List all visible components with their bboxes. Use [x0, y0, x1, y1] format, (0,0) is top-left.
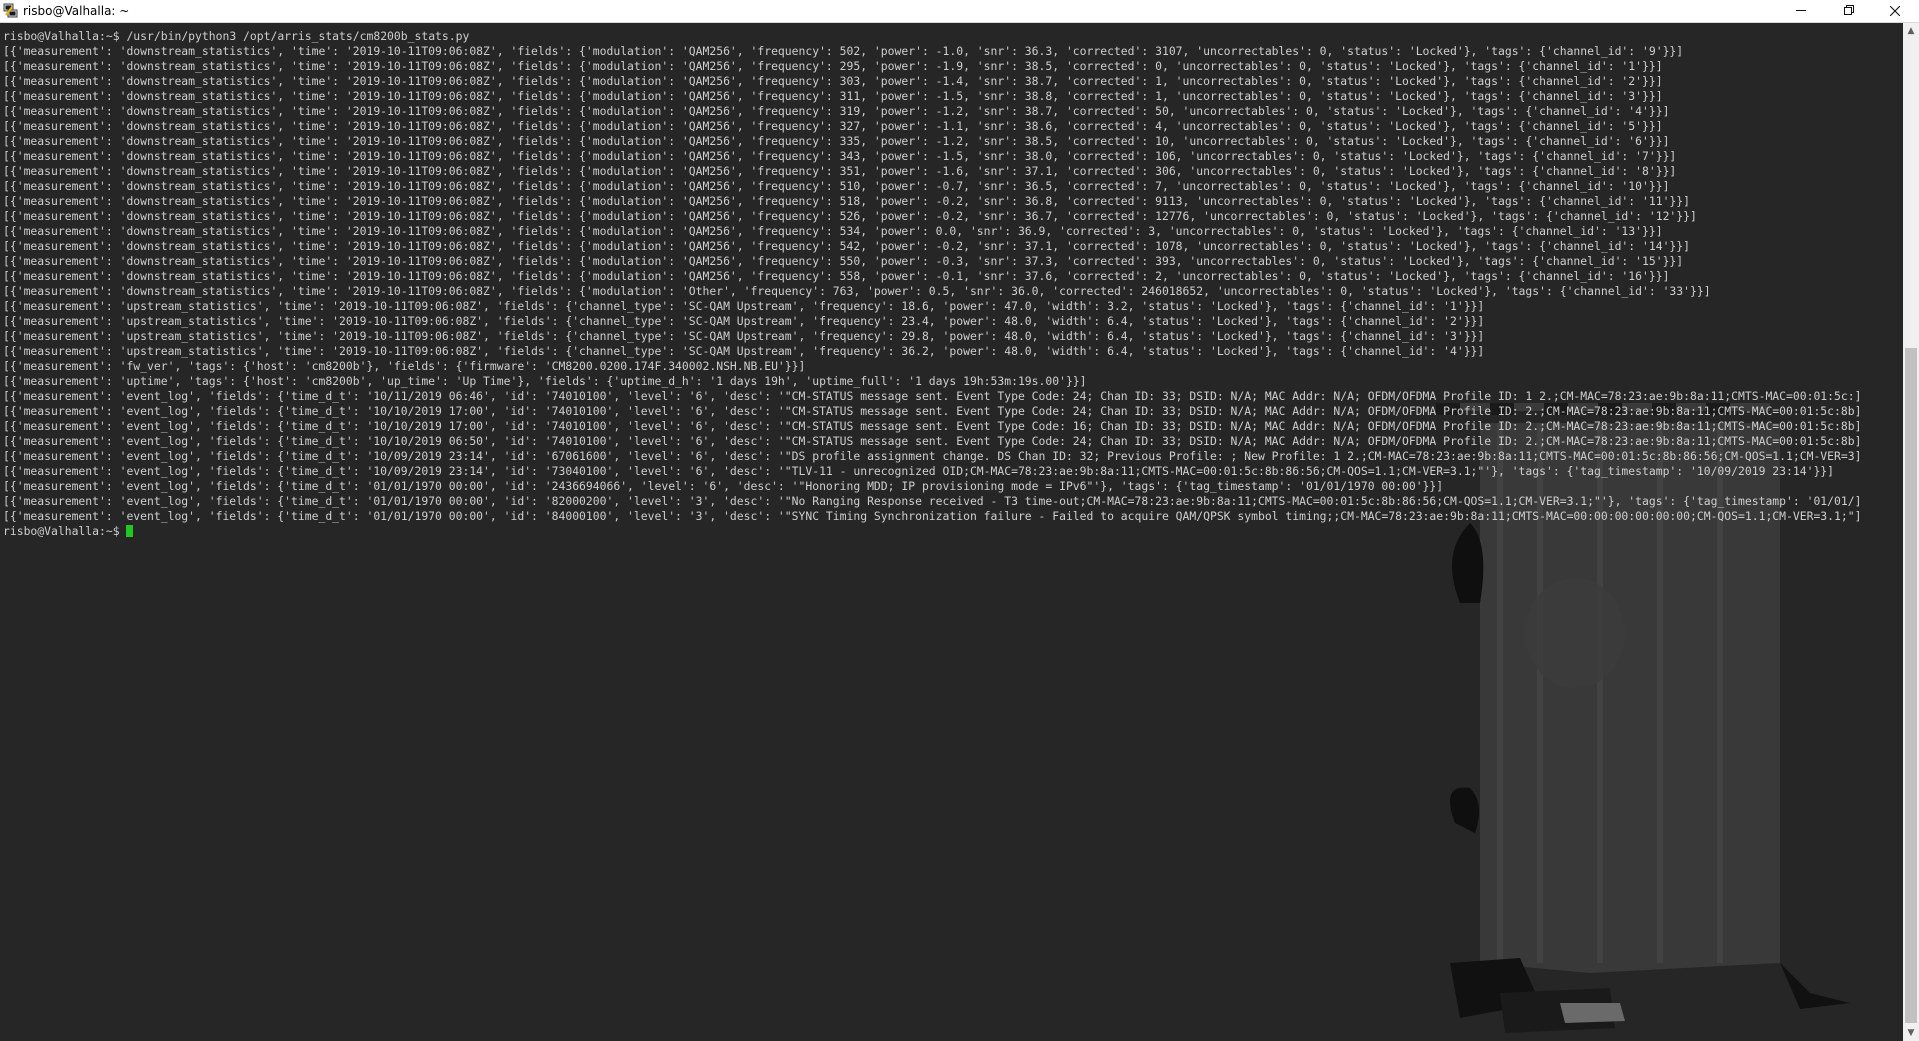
putty-app-icon[interactable]	[3, 3, 18, 18]
output-line: [{'measurement': 'downstream_statistics'…	[3, 254, 1684, 268]
close-button[interactable]	[1873, 0, 1917, 22]
scroll-down-button[interactable]: ▼	[1903, 1025, 1919, 1041]
window-titlebar[interactable]: risbo@Valhalla: ~	[0, 0, 1919, 23]
output-lines: [{'measurement': 'downstream_statistics'…	[3, 44, 1861, 523]
window-title: risbo@Valhalla: ~	[23, 4, 130, 18]
output-line: [{'measurement': 'upstream_statistics', …	[3, 344, 1485, 358]
output-line: [{'measurement': 'downstream_statistics'…	[3, 209, 1697, 223]
output-line: [{'measurement': 'event_log', 'fields': …	[3, 464, 1835, 478]
command-text: /usr/bin/python3 /opt/arris_stats/cm8200…	[126, 29, 470, 43]
output-line: [{'measurement': 'downstream_statistics'…	[3, 134, 1670, 148]
close-icon	[1889, 2, 1901, 20]
output-line: [{'measurement': 'fw_ver', 'tags': {'hos…	[3, 359, 806, 373]
output-line: [{'measurement': 'downstream_statistics'…	[3, 164, 1677, 178]
output-line: [{'measurement': 'event_log', 'fields': …	[3, 494, 1862, 508]
output-line: [{'measurement': 'downstream_statistics'…	[3, 269, 1670, 283]
output-line: [{'measurement': 'event_log', 'fields': …	[3, 509, 1862, 523]
output-line: [{'measurement': 'event_log', 'fields': …	[3, 419, 1862, 433]
output-line: [{'measurement': 'downstream_statistics'…	[3, 239, 1691, 253]
output-line: [{'measurement': 'downstream_statistics'…	[3, 284, 1711, 298]
output-line: [{'measurement': 'event_log', 'fields': …	[3, 389, 1862, 403]
output-line: [{'measurement': 'downstream_statistics'…	[3, 194, 1691, 208]
arrow-down-icon: ▼	[1907, 1028, 1915, 1038]
output-line: [{'measurement': 'downstream_statistics'…	[3, 74, 1663, 88]
scroll-up-button[interactable]: ▲	[1903, 23, 1919, 39]
vertical-scrollbar[interactable]: ▲ ▼	[1903, 23, 1919, 1041]
output-line: [{'measurement': 'downstream_statistics'…	[3, 119, 1663, 133]
output-line: [{'measurement': 'event_log', 'fields': …	[3, 449, 1862, 463]
output-line: [{'measurement': 'event_log', 'fields': …	[3, 434, 1862, 448]
prompt: risbo@Valhalla:~$	[3, 524, 127, 538]
terminal-area[interactable]: risbo@Valhalla:~$ /usr/bin/python3 /opt/…	[0, 23, 1903, 1041]
restore-button[interactable]	[1827, 0, 1871, 22]
output-line: [{'measurement': 'upstream_statistics', …	[3, 299, 1485, 313]
restore-icon	[1844, 4, 1854, 19]
minimize-icon	[1796, 4, 1806, 19]
output-line: [{'measurement': 'downstream_statistics'…	[3, 179, 1670, 193]
scrollbar-thumb[interactable]	[1905, 348, 1917, 1023]
arrow-up-icon: ▲	[1907, 26, 1915, 36]
prompt: risbo@Valhalla:~$	[3, 29, 127, 43]
output-line: [{'measurement': 'upstream_statistics', …	[3, 329, 1485, 343]
output-line: [{'measurement': 'uptime', 'tags': {'hos…	[3, 374, 1087, 388]
output-line: [{'measurement': 'event_log', 'fields': …	[3, 479, 1444, 493]
output-line: [{'measurement': 'downstream_statistics'…	[3, 89, 1663, 103]
output-line: [{'measurement': 'downstream_statistics'…	[3, 224, 1663, 238]
output-line: [{'measurement': 'event_log', 'fields': …	[3, 404, 1862, 418]
text-cursor	[126, 525, 134, 537]
terminal-output: risbo@Valhalla:~$ /usr/bin/python3 /opt/…	[3, 29, 1903, 539]
minimize-button[interactable]	[1779, 0, 1823, 22]
output-line: [{'measurement': 'downstream_statistics'…	[3, 44, 1684, 58]
output-line: [{'measurement': 'downstream_statistics'…	[3, 149, 1677, 163]
output-line: [{'measurement': 'upstream_statistics', …	[3, 314, 1485, 328]
output-line: [{'measurement': 'downstream_statistics'…	[3, 59, 1663, 73]
output-line: [{'measurement': 'downstream_statistics'…	[3, 104, 1670, 118]
